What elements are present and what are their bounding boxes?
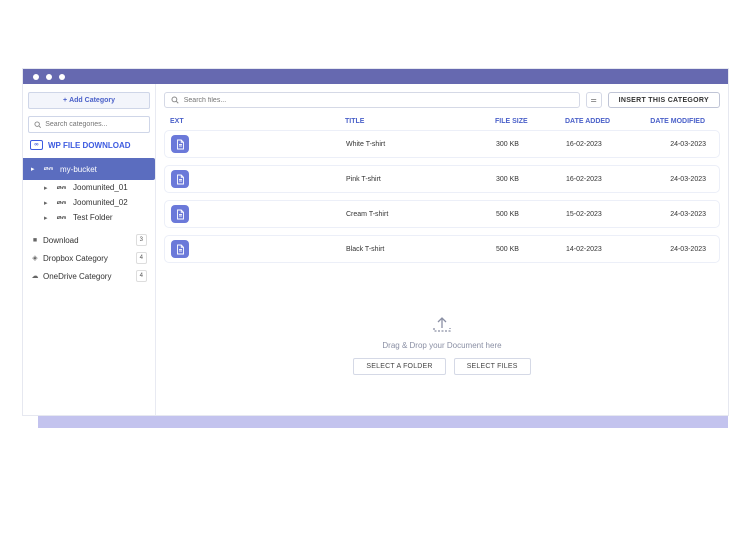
- file-size: 500 KB: [496, 211, 566, 218]
- file-date-added: 16-02-2023: [566, 176, 641, 183]
- filter-button[interactable]: ⚌: [586, 92, 602, 108]
- select-folder-button[interactable]: SELECT A FOLDER: [353, 358, 445, 375]
- file-date-added: 16-02-2023: [566, 141, 641, 148]
- file-icon: [171, 240, 189, 258]
- table-header: EXT TITLE FILE SIZE DATE ADDED DATE MODI…: [164, 118, 720, 130]
- count-badge: 3: [136, 234, 147, 246]
- file-search-input[interactable]: [184, 97, 573, 104]
- window-titlebar: [23, 69, 728, 84]
- window-dot-icon: [59, 74, 65, 80]
- aws-logo-icon: aws: [54, 215, 69, 221]
- file-title: Cream T-shirt: [346, 211, 496, 218]
- app-name-label: WP FILE DOWNLOAD: [48, 141, 131, 150]
- tree-item-label: Joomunited_01: [73, 183, 128, 192]
- tree-item-label: my-bucket: [60, 165, 97, 174]
- select-files-button[interactable]: SELECT FILES: [454, 358, 531, 375]
- count-badge: 4: [136, 252, 147, 264]
- aws-logo-icon: aws: [54, 200, 69, 206]
- app-logo-icon: ∞: [30, 140, 43, 150]
- plus-icon: +: [63, 97, 67, 104]
- file-date-modified: 24-03-2023: [641, 176, 706, 183]
- toolbar: ⚌ INSERT THIS CATEGORY: [164, 92, 720, 108]
- sidebar: + Add Category ∞ WP FILE DOWNLOAD ▸ aws …: [23, 84, 156, 415]
- file-icon: [171, 135, 189, 153]
- category-tree: ▸ aws my-bucket ▸ aws Joomunited_01 ▸ aw…: [28, 158, 150, 285]
- dropbox-icon: ◈: [31, 254, 39, 262]
- col-header-added[interactable]: DATE ADDED: [565, 118, 640, 125]
- col-header-title[interactable]: TITLE: [345, 118, 495, 125]
- app-name-row: ∞ WP FILE DOWNLOAD: [28, 140, 150, 150]
- caret-right-icon: ▸: [44, 184, 50, 192]
- dropzone[interactable]: Drag & Drop your Document here SELECT A …: [164, 263, 720, 415]
- window-dot-icon: [33, 74, 39, 80]
- cloud-icon: ☁: [31, 272, 39, 280]
- count-badge: 4: [136, 270, 147, 282]
- folder-icon: ■: [31, 236, 39, 244]
- tree-item-sub-2[interactable]: ▸ aws Test Folder: [41, 210, 150, 225]
- file-search[interactable]: [164, 92, 580, 108]
- tree-item-onedrive[interactable]: ☁ OneDrive Category 4: [28, 267, 150, 285]
- col-header-size[interactable]: FILE SIZE: [495, 118, 565, 125]
- aws-logo-icon: aws: [54, 185, 69, 191]
- caret-right-icon: ▸: [44, 199, 50, 207]
- tree-item-label: Joomunited_02: [73, 198, 128, 207]
- main-area: ⚌ INSERT THIS CATEGORY EXT TITLE FILE SI…: [156, 84, 728, 415]
- tree-item-sub-0[interactable]: ▸ aws Joomunited_01: [41, 180, 150, 195]
- sliders-icon: ⚌: [590, 96, 596, 104]
- file-size: 500 KB: [496, 246, 566, 253]
- file-date-added: 14-02-2023: [566, 246, 641, 253]
- file-date-modified: 24-03-2023: [641, 246, 706, 253]
- table-row[interactable]: Pink T-shirt300 KB16-02-202324-03-2023: [164, 165, 720, 193]
- file-title: White T-shirt: [346, 141, 496, 148]
- tree-item-label: OneDrive Category: [43, 272, 111, 281]
- file-size: 300 KB: [496, 141, 566, 148]
- file-title: Black T-shirt: [346, 246, 496, 253]
- dropzone-label: Drag & Drop your Document here: [382, 341, 501, 350]
- file-size: 300 KB: [496, 176, 566, 183]
- app-window: + Add Category ∞ WP FILE DOWNLOAD ▸ aws …: [23, 69, 728, 415]
- file-icon: [171, 170, 189, 188]
- file-date-added: 15-02-2023: [566, 211, 641, 218]
- tree-item-label: Dropbox Category: [43, 254, 108, 263]
- window-dot-icon: [46, 74, 52, 80]
- tree-item-download[interactable]: ■ Download 3: [28, 231, 150, 249]
- caret-right-icon: ▸: [44, 214, 50, 222]
- caret-right-icon: ▸: [31, 165, 37, 173]
- tree-item-label: Download: [43, 236, 79, 245]
- category-search-input[interactable]: [45, 121, 144, 128]
- add-category-button[interactable]: + Add Category: [28, 92, 150, 109]
- file-icon: [171, 205, 189, 223]
- col-header-modified[interactable]: DATE MODIFIED: [640, 118, 705, 125]
- category-search[interactable]: [28, 116, 150, 133]
- file-date-modified: 24-03-2023: [641, 211, 706, 218]
- col-header-ext[interactable]: EXT: [170, 118, 345, 125]
- tree-item-my-bucket[interactable]: ▸ aws my-bucket: [23, 158, 155, 180]
- table-row[interactable]: White T-shirt300 KB16-02-202324-03-2023: [164, 130, 720, 158]
- file-title: Pink T-shirt: [346, 176, 496, 183]
- tree-item-dropbox[interactable]: ◈ Dropbox Category 4: [28, 249, 150, 267]
- table-row[interactable]: Black T-shirt500 KB14-02-202324-03-2023: [164, 235, 720, 263]
- insert-category-button[interactable]: INSERT THIS CATEGORY: [608, 92, 720, 108]
- file-rows: White T-shirt300 KB16-02-202324-03-2023P…: [164, 130, 720, 263]
- search-icon: [171, 96, 179, 104]
- aws-logo-icon: aws: [41, 166, 56, 172]
- file-date-modified: 24-03-2023: [641, 141, 706, 148]
- add-category-label: Add Category: [69, 97, 115, 104]
- insert-category-label: INSERT THIS CATEGORY: [619, 97, 709, 104]
- tree-item-sub-1[interactable]: ▸ aws Joomunited_02: [41, 195, 150, 210]
- table-row[interactable]: Cream T-shirt500 KB15-02-202324-03-2023: [164, 200, 720, 228]
- tree-item-label: Test Folder: [73, 213, 113, 222]
- search-icon: [34, 121, 41, 128]
- upload-icon: [431, 316, 453, 337]
